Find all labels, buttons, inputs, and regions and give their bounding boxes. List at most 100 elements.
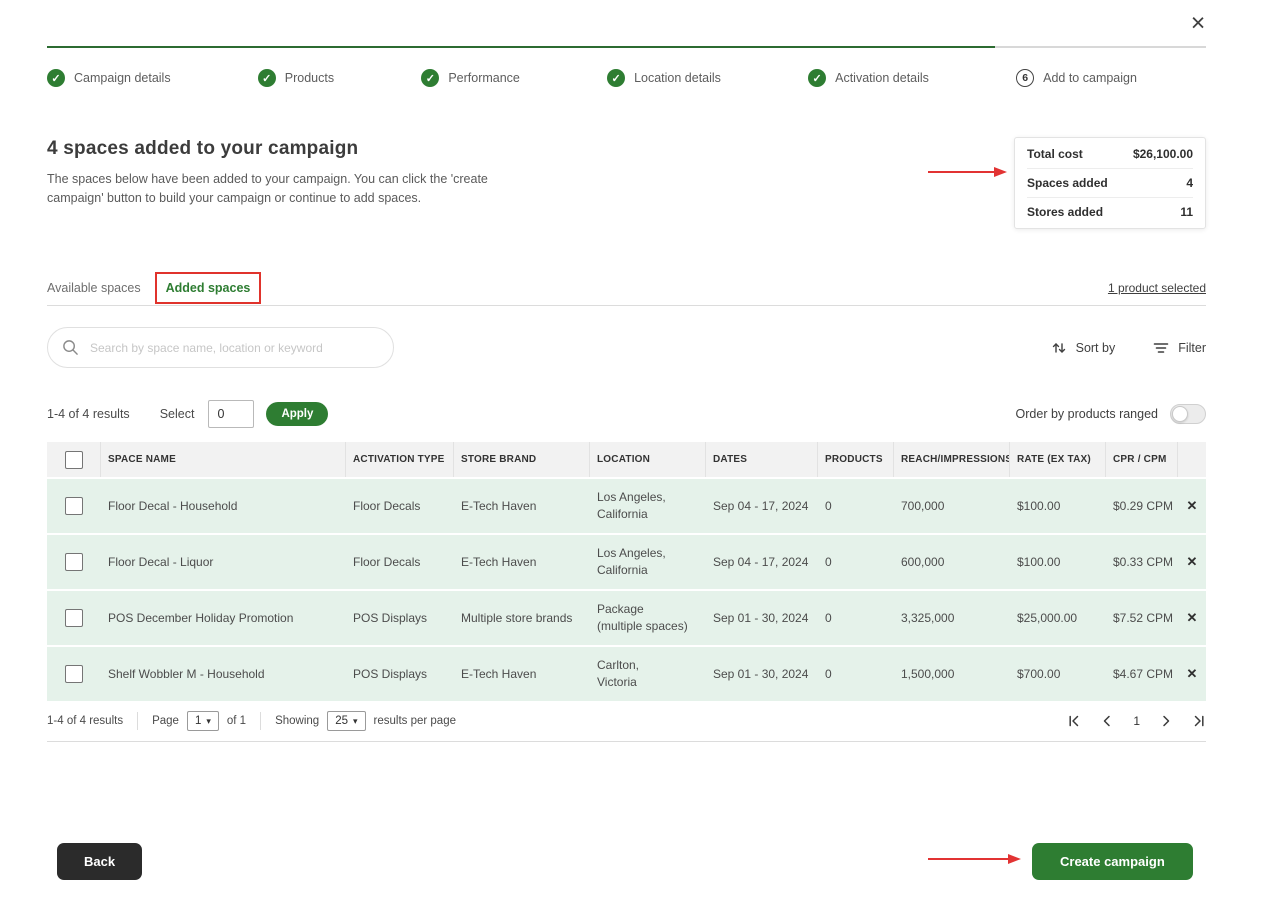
per-page-label: results per page	[374, 715, 456, 727]
row-checkbox[interactable]	[65, 553, 83, 571]
cell-location: Carlton, Victoria	[590, 657, 706, 692]
search-toolbar: Sort by Filter	[47, 327, 1206, 368]
row-checkbox[interactable]	[65, 609, 83, 627]
check-circle-icon: ✓	[258, 69, 276, 87]
step-number-icon: 6	[1016, 69, 1034, 87]
page-select[interactable]: 1 ▾	[187, 711, 219, 731]
product-selected-link[interactable]: 1 product selected	[1108, 281, 1206, 295]
summary-value: 4	[1186, 176, 1193, 190]
cell-reach: 700,000	[894, 499, 1010, 513]
cell-rate: $700.00	[1010, 667, 1106, 681]
close-icon[interactable]: ×	[1183, 8, 1213, 38]
summary-value: 11	[1180, 205, 1193, 219]
filter-icon	[1153, 340, 1169, 356]
cell-store-brand: E-Tech Haven	[454, 499, 590, 513]
search-box	[47, 327, 394, 368]
step-products[interactable]: ✓ Products	[258, 69, 334, 87]
cell-reach: 3,325,000	[894, 611, 1010, 625]
last-page-icon[interactable]	[1192, 714, 1206, 728]
header-cpr-cpm: CPR / CPM	[1106, 442, 1178, 477]
cell-checkbox	[47, 665, 101, 683]
row-checkbox[interactable]	[65, 665, 83, 683]
create-campaign-button[interactable]: Create campaign	[1032, 843, 1193, 880]
step-label: Add to campaign	[1043, 71, 1137, 85]
step-performance[interactable]: ✓ Performance	[421, 69, 520, 87]
step-label: Products	[285, 71, 334, 85]
cell-dates: Sep 01 - 30, 2024	[706, 667, 818, 681]
summary-row-spaces-added: Spaces added 4	[1027, 169, 1193, 198]
cell-space-name: Floor Decal - Household	[101, 499, 346, 513]
stepper: ✓ Campaign details ✓ Products ✓ Performa…	[47, 69, 1137, 87]
divider	[260, 712, 261, 730]
summary-row-total-cost: Total cost $26,100.00	[1027, 140, 1193, 169]
cell-location: Los Angeles, California	[590, 489, 706, 524]
location-line1: Carlton,	[597, 657, 706, 674]
summary-label: Spaces added	[1027, 176, 1108, 190]
back-button[interactable]: Back	[57, 843, 142, 880]
row-checkbox[interactable]	[65, 497, 83, 515]
table-header-row: SPACE NAME ACTIVATION TYPE STORE BRAND L…	[47, 442, 1206, 477]
select-all-checkbox[interactable]	[65, 451, 83, 469]
table-row: Shelf Wobbler M - Household POS Displays…	[47, 647, 1206, 701]
check-circle-icon: ✓	[47, 69, 65, 87]
summary-value: $26,100.00	[1133, 147, 1193, 161]
cell-activation-type: Floor Decals	[346, 555, 454, 569]
remove-space-icon[interactable]: ✕	[1178, 666, 1206, 682]
spaces-tabs: Available spaces Added spaces 1 product …	[47, 270, 1206, 306]
location-line2: Victoria	[597, 674, 706, 691]
remove-space-icon[interactable]: ✕	[1178, 554, 1206, 570]
cell-rate: $100.00	[1010, 555, 1106, 569]
cell-checkbox	[47, 497, 101, 515]
tab-available-spaces[interactable]: Available spaces	[47, 281, 141, 295]
results-count: 1-4 of 4 results	[47, 407, 130, 421]
cell-dates: Sep 04 - 17, 2024	[706, 499, 818, 513]
step-label: Performance	[448, 71, 520, 85]
chevron-down-icon: ▾	[206, 716, 211, 727]
location-line1: Package	[597, 601, 706, 618]
filter-label: Filter	[1178, 341, 1206, 355]
filter-button[interactable]: Filter	[1153, 340, 1206, 356]
current-page-number[interactable]: 1	[1133, 714, 1140, 728]
location-line2: California	[597, 562, 706, 579]
order-toggle-label: Order by products ranged	[1016, 407, 1158, 421]
step-label: Activation details	[835, 71, 929, 85]
header-rate: RATE (EX TAX)	[1010, 442, 1106, 477]
step-label: Campaign details	[74, 71, 171, 85]
prev-page-icon[interactable]	[1100, 714, 1114, 728]
step-activation-details[interactable]: ✓ Activation details	[808, 69, 929, 87]
select-count-input[interactable]	[208, 400, 254, 428]
step-label: Location details	[634, 71, 721, 85]
cell-dates: Sep 01 - 30, 2024	[706, 611, 818, 625]
search-icon	[62, 339, 79, 356]
order-toggle-wrap: Order by products ranged	[1016, 404, 1206, 424]
search-input[interactable]	[88, 340, 379, 356]
cell-cpr-cpm: $0.29 CPM	[1106, 499, 1178, 513]
of-label: of 1	[227, 715, 246, 727]
step-add-to-campaign[interactable]: 6 Add to campaign	[1016, 69, 1137, 87]
table-row: POS December Holiday Promotion POS Displ…	[47, 591, 1206, 645]
tab-added-spaces[interactable]: Added spaces	[166, 281, 251, 295]
sort-by-button[interactable]: Sort by	[1051, 340, 1116, 356]
cell-store-brand: E-Tech Haven	[454, 667, 590, 681]
step-location-details[interactable]: ✓ Location details	[607, 69, 721, 87]
cell-reach: 600,000	[894, 555, 1010, 569]
per-page-select[interactable]: 25 ▾	[327, 711, 365, 731]
next-page-icon[interactable]	[1159, 714, 1173, 728]
header-dates: DATES	[706, 442, 818, 477]
sort-by-label: Sort by	[1076, 341, 1116, 355]
cell-space-name: Floor Decal - Liquor	[101, 555, 346, 569]
cell-rate: $100.00	[1010, 499, 1106, 513]
header-location: LOCATION	[590, 442, 706, 477]
check-circle-icon: ✓	[421, 69, 439, 87]
annotation-arrow-create	[928, 851, 1022, 867]
apply-button[interactable]: Apply	[266, 402, 328, 426]
header-store-brand: STORE BRAND	[454, 442, 590, 477]
cell-activation-type: Floor Decals	[346, 499, 454, 513]
order-toggle[interactable]	[1170, 404, 1206, 424]
location-line1: Los Angeles,	[597, 545, 706, 562]
remove-space-icon[interactable]: ✕	[1178, 610, 1206, 626]
first-page-icon[interactable]	[1067, 714, 1081, 728]
step-campaign-details[interactable]: ✓ Campaign details	[47, 69, 171, 87]
remove-space-icon[interactable]: ✕	[1178, 498, 1206, 514]
summary-label: Total cost	[1027, 147, 1083, 161]
